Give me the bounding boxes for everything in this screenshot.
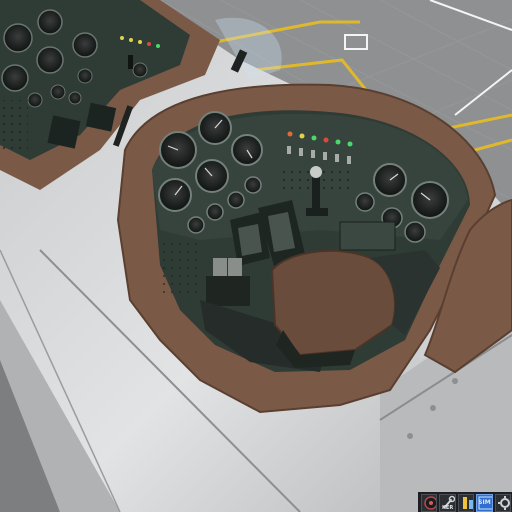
gear-icon (497, 496, 511, 510)
mod-toolbar: KER SIM (418, 492, 512, 512)
game-viewport[interactable] (0, 0, 512, 512)
sim-button[interactable]: SIM (476, 494, 493, 512)
navball-button[interactable] (421, 494, 438, 512)
toolbar-label: KER (442, 505, 454, 511)
fuel-button[interactable] (457, 494, 475, 512)
ker-button[interactable]: KER (439, 494, 456, 512)
fuel-icon (462, 497, 473, 509)
toolbar-label: SIM (478, 499, 491, 506)
placard (339, 221, 396, 251)
settings-button[interactable] (494, 494, 512, 512)
navball-icon (424, 496, 437, 510)
